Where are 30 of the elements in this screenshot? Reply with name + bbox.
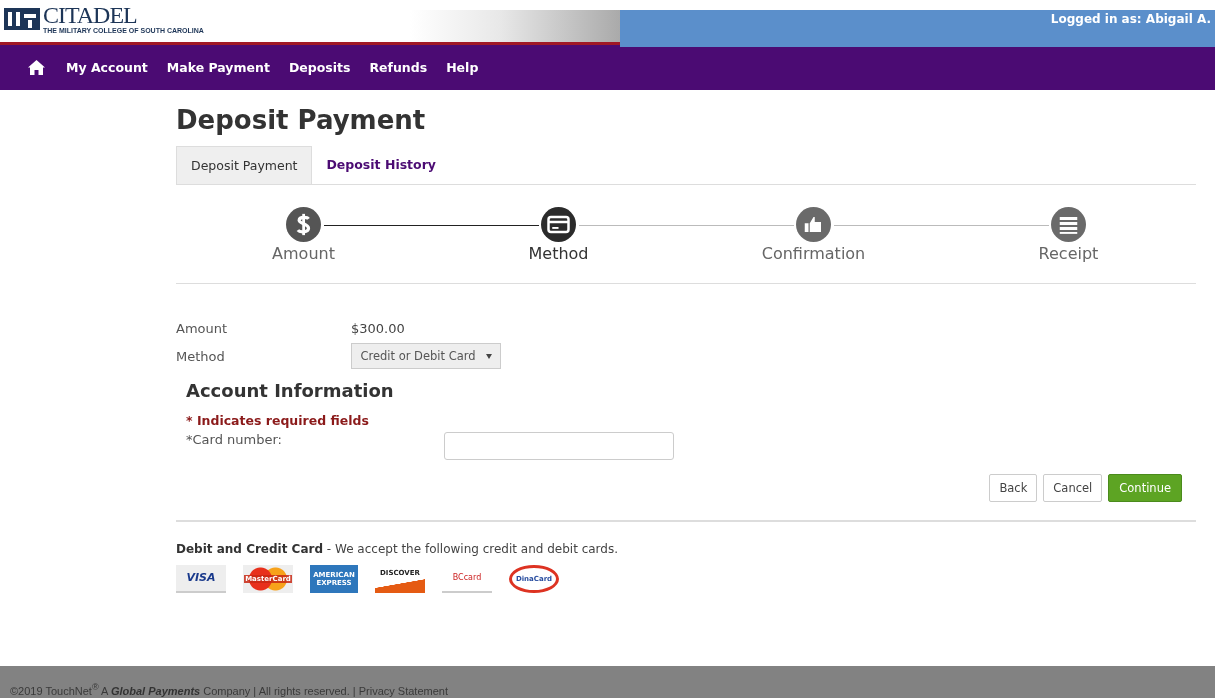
tab[interactable]: Deposit History — [312, 146, 450, 184]
field-label: Amount — [176, 320, 229, 336]
nav-link[interactable]: Help — [446, 60, 479, 75]
visa-logo: VISA — [176, 565, 226, 593]
accepted-cards-text: Debit and Credit Card - We accept the following credit and debit cards. — [176, 542, 620, 556]
button[interactable]: Back — [989, 474, 1038, 502]
field-label: *Card number: — [186, 432, 283, 447]
logo-name: CITADEL — [43, 3, 138, 27]
step-label: Method — [528, 244, 589, 263]
field-value: $300.00 — [351, 320, 405, 336]
card-number-field[interactable] — [444, 432, 674, 460]
nav-link[interactable]: Refunds — [369, 60, 428, 75]
nav-link[interactable]: My Account — [66, 60, 148, 75]
crest-icon — [4, 8, 40, 30]
step-label: Receipt — [1038, 244, 1099, 263]
copyright-text: ©2019 TouchNet$^{®}$ A Global Payments Company | All rights reserved. | — [10, 685, 357, 697]
section-title: Account Information — [186, 380, 395, 401]
nav-link[interactable]: Deposits — [288, 60, 351, 75]
field-label: Method — [176, 348, 226, 364]
home-icon[interactable] — [28, 60, 45, 75]
caret-icon — [485, 353, 492, 359]
required-note: * Indicates required fields — [186, 413, 370, 428]
method-dropdown[interactable]: Credit or Debit Card — [351, 343, 501, 369]
nav-link[interactable]: Make Payment — [166, 60, 270, 75]
step-label: Amount — [272, 244, 335, 263]
button[interactable]: Cancel — [1043, 474, 1103, 502]
logged-in-user: Logged in as: Abigail A. — [1050, 12, 1211, 26]
page-title: Deposit Payment — [176, 104, 427, 136]
step-label: Confirmation — [761, 244, 866, 263]
tab[interactable]: Deposit Payment — [176, 146, 313, 184]
